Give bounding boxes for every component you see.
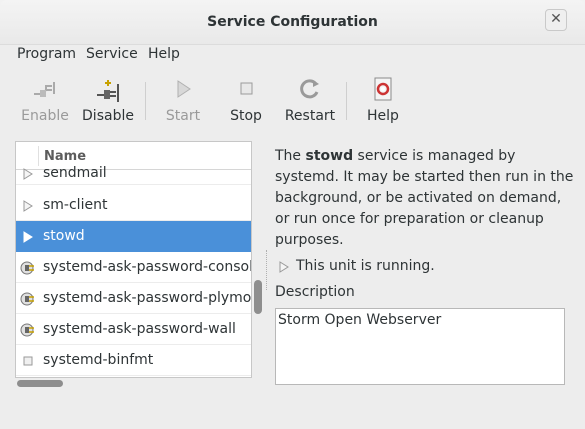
window-title: Service Configuration xyxy=(207,14,378,30)
list-item[interactable]: systemd-ask-password-plymouth xyxy=(16,283,252,314)
description-field[interactable]: Storm Open Webserver xyxy=(275,308,565,385)
toolbar-separator xyxy=(145,82,146,120)
plug-icon xyxy=(20,261,34,275)
list-item[interactable]: systemd-ask-password-console xyxy=(16,252,252,283)
vertical-scrollbar[interactable] xyxy=(254,280,262,314)
play-triangle-icon xyxy=(23,200,33,212)
menu-program[interactable]: Program xyxy=(17,46,76,62)
plug-icon xyxy=(20,323,34,337)
pane-divider-handle[interactable] xyxy=(266,250,269,290)
close-button[interactable]: ✕ xyxy=(545,9,567,31)
close-icon: ✕ xyxy=(550,11,562,27)
help-label: Help xyxy=(367,108,399,124)
help-icon xyxy=(374,77,392,101)
disable-label: Disable xyxy=(82,108,134,124)
service-name: sendmail xyxy=(43,165,107,181)
start-label: Start xyxy=(165,108,201,124)
play-triangle-icon xyxy=(23,231,33,243)
status-text: This unit is running. xyxy=(296,258,435,274)
stop-button[interactable]: Stop xyxy=(222,70,270,128)
status-expander[interactable]: This unit is running. xyxy=(275,257,575,277)
list-item[interactable]: sendmail xyxy=(16,163,251,185)
toolbar-separator-2 xyxy=(346,82,347,120)
service-name: stowd xyxy=(43,228,85,244)
list-item[interactable]: systemd-ask-password-wall xyxy=(16,314,251,345)
service-configuration-window: Service Configuration ✕ Program Service … xyxy=(0,0,585,429)
description-text: Storm Open Webserver xyxy=(278,312,442,328)
title-bar: Service Configuration ✕ xyxy=(0,0,585,45)
service-info-text: The stowd service is managed by systemd.… xyxy=(275,146,575,251)
expander-arrow-icon xyxy=(279,261,289,273)
service-name: sm-client xyxy=(43,197,108,213)
service-name: systemd-ask-password-plymouth xyxy=(43,290,252,306)
plug-icon xyxy=(20,292,34,306)
menu-bar: Program Service Help xyxy=(0,44,585,66)
plug-connect-icon xyxy=(34,82,55,97)
list-item[interactable]: sm-client xyxy=(16,190,251,221)
name-column-header[interactable]: Name xyxy=(44,149,86,164)
description-label: Description xyxy=(275,284,355,300)
square-icon xyxy=(23,356,33,366)
menu-help[interactable]: Help xyxy=(148,46,180,62)
horizontal-scrollbar[interactable] xyxy=(17,380,63,387)
plug-disconnect-icon xyxy=(97,80,119,102)
enable-button[interactable]: Enable xyxy=(18,70,72,128)
play-triangle-icon xyxy=(23,168,33,180)
restart-button[interactable]: Restart xyxy=(281,70,339,128)
enable-label: Enable xyxy=(21,108,69,124)
menu-service[interactable]: Service xyxy=(86,46,138,62)
service-name: systemd-ask-password-console xyxy=(43,259,252,275)
disable-button[interactable]: Disable xyxy=(80,70,136,128)
help-button[interactable]: Help xyxy=(360,70,406,128)
stop-label: Stop xyxy=(230,108,262,124)
play-icon xyxy=(177,80,191,98)
info-text-before: The xyxy=(275,148,306,164)
service-name: systemd-ask-password-wall xyxy=(43,321,236,337)
stop-icon xyxy=(240,82,253,95)
toolbar: Enable Disable Start Stop Restart Help xyxy=(0,70,585,132)
restart-label: Restart xyxy=(284,108,336,124)
service-list[interactable]: Name sendmail sm-client stowd systemd-as… xyxy=(15,141,252,378)
list-item-selected[interactable]: stowd xyxy=(16,221,251,252)
service-name-bold: stowd xyxy=(305,148,354,164)
list-item[interactable]: systemd-binfmt xyxy=(16,345,251,376)
restart-icon xyxy=(300,79,319,99)
start-button[interactable]: Start xyxy=(157,70,209,128)
service-name: systemd-binfmt xyxy=(43,352,154,368)
